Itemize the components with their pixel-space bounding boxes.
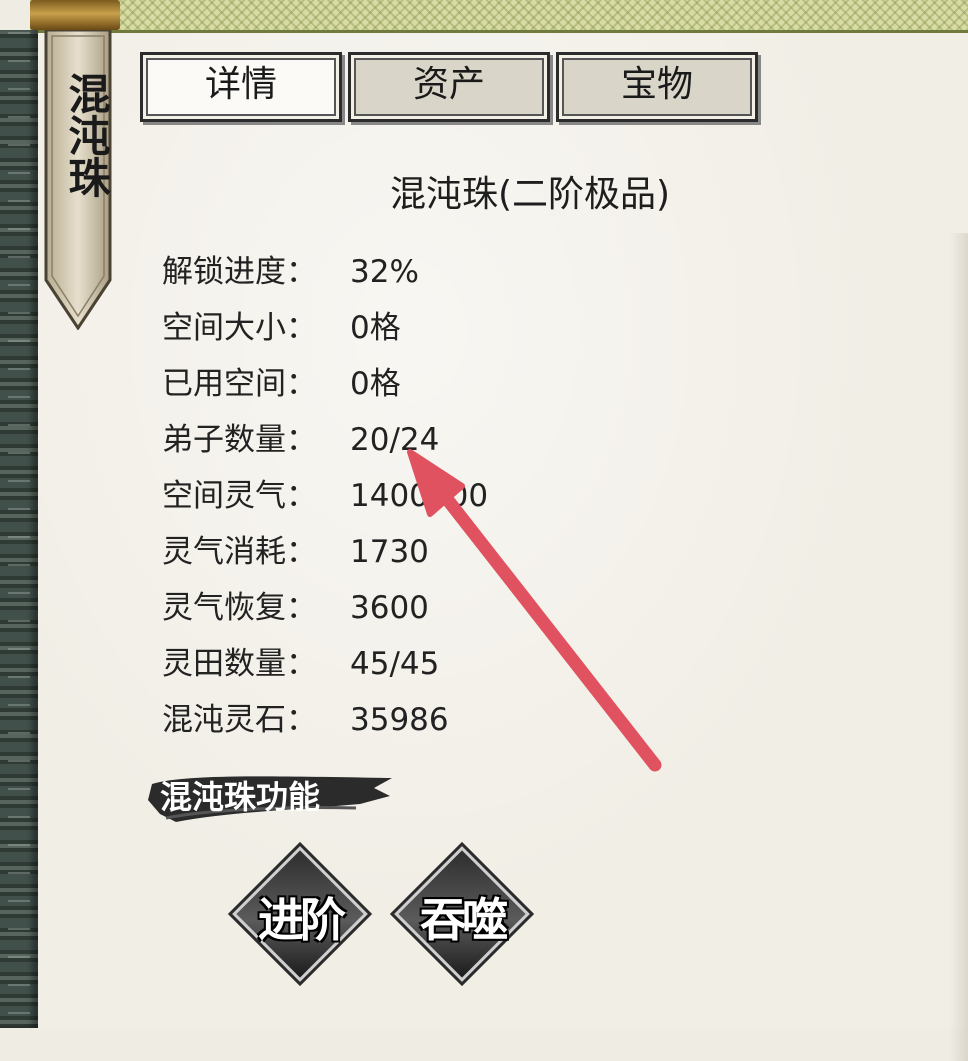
stat-label: 解锁进度： <box>162 254 317 290</box>
stat-value: 0格 <box>350 366 401 402</box>
stat-row-used-space: 已用空间： 0格 <box>162 358 401 408</box>
devour-button[interactable]: 吞噬 <box>398 850 526 978</box>
advance-button-label: 进阶 <box>258 893 346 947</box>
stat-value: 1730 <box>350 534 429 570</box>
stat-value: 1400000 <box>350 478 489 514</box>
scroll-rod <box>30 0 120 30</box>
stat-row-disciple-count: 弟子数量： 20/24 <box>162 414 439 464</box>
stat-label: 灵田数量： <box>162 646 317 682</box>
stat-row-spirit-field-count: 灵田数量： 45/45 <box>162 638 439 688</box>
stat-label: 混沌灵石： <box>162 702 317 738</box>
section-title-functions: 混沌珠功能 <box>160 778 321 816</box>
stat-label: 空间大小： <box>162 310 317 346</box>
stat-label: 已用空间： <box>162 366 317 402</box>
stat-label: 空间灵气： <box>162 478 317 514</box>
top-decorative-band <box>30 0 968 33</box>
advance-button[interactable]: 进阶 <box>236 850 364 978</box>
stat-value: 32% <box>350 254 419 290</box>
stat-row-qi-recovery: 灵气恢复： 3600 <box>162 582 429 632</box>
tab-details[interactable]: 详情 <box>140 52 342 122</box>
paper-torn-edge <box>950 233 968 1061</box>
item-name-heading: 混沌珠(二阶极品) <box>389 174 671 215</box>
stat-row-space-size: 空间大小： 0格 <box>162 302 401 352</box>
stat-label: 弟子数量： <box>162 422 317 458</box>
stat-value: 0格 <box>350 310 401 346</box>
stat-value: 20/24 <box>350 422 440 458</box>
stat-value: 45/45 <box>350 646 440 682</box>
left-ornamental-border <box>0 30 38 1028</box>
stat-value: 35986 <box>350 702 449 738</box>
scroll-tag-title: 混沌珠 <box>62 72 111 198</box>
stat-row-chaos-spirit-stone: 混沌灵石： 35986 <box>162 694 449 744</box>
stat-label: 灵气消耗： <box>162 534 317 570</box>
tab-treasures[interactable]: 宝物 <box>556 52 758 122</box>
stat-row-unlock-progress: 解锁进度： 32% <box>162 246 419 296</box>
stat-row-qi-consumption: 灵气消耗： 1730 <box>162 526 429 576</box>
tab-assets[interactable]: 资产 <box>348 52 550 122</box>
stat-label: 灵气恢复： <box>162 590 317 626</box>
devour-button-label: 吞噬 <box>420 893 508 947</box>
stat-value: 3600 <box>350 590 429 626</box>
stat-row-space-qi: 空间灵气： 1400000 <box>162 470 488 520</box>
hanging-scroll-tag: 混沌珠 <box>42 30 114 330</box>
